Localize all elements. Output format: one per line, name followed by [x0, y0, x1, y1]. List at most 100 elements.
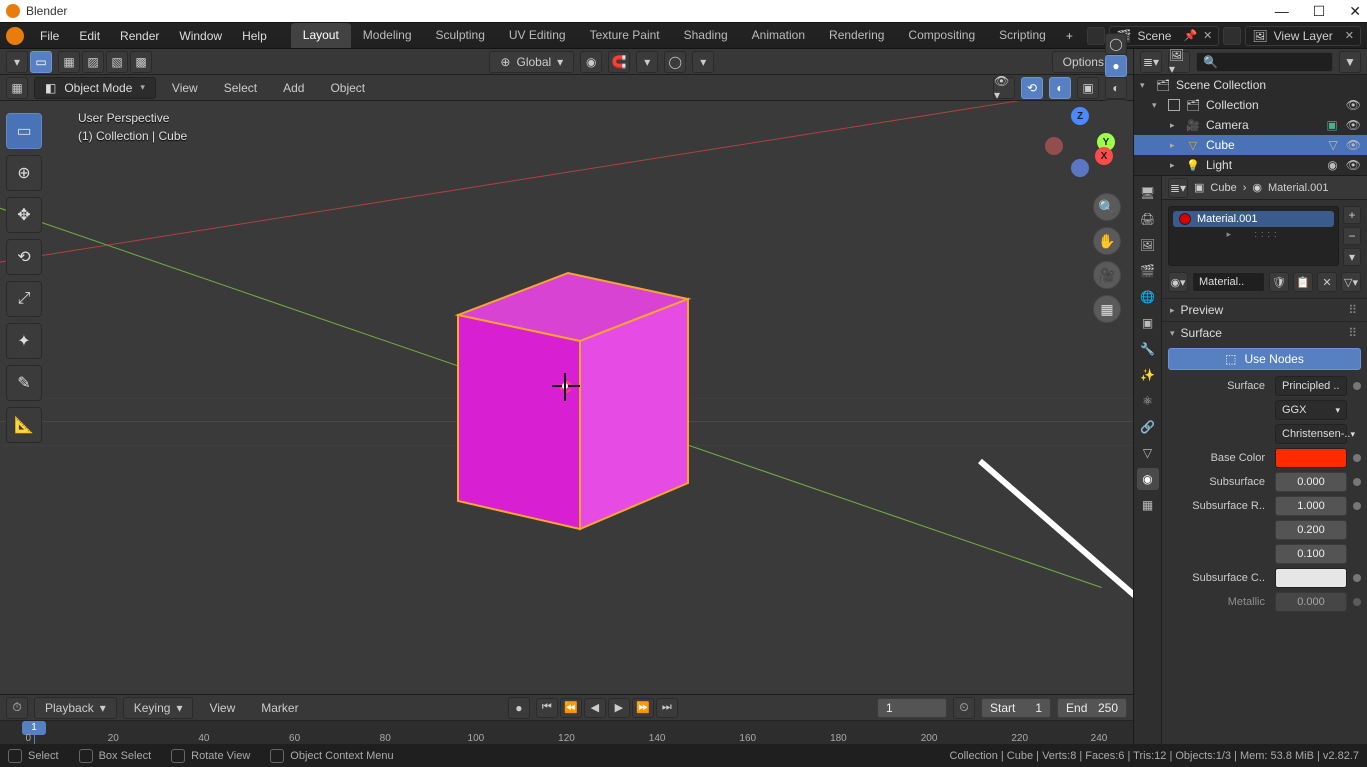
remove-slot-button[interactable]: − [1343, 227, 1361, 245]
tab-world[interactable]: 🌐 [1137, 286, 1159, 308]
tab-render[interactable]: 🖥 [1137, 182, 1159, 204]
material-slot-item[interactable]: Material.001 [1173, 211, 1334, 227]
tab-modeling[interactable]: Modeling [351, 23, 424, 48]
pin-scene-icon[interactable]: 📌 [1183, 29, 1197, 42]
proportional-options[interactable]: ▾ [692, 51, 714, 73]
camera-button[interactable]: 🎥 [1093, 261, 1121, 289]
visibility-menu[interactable]: 👁▾ [993, 77, 1015, 99]
viewlayer-field[interactable]: 🖼 View Layer ✕ [1245, 26, 1361, 46]
snap-toggle[interactable]: 🧲 [608, 51, 630, 73]
tool-measure[interactable]: 📐 [6, 407, 42, 443]
tab-texture[interactable]: ▦ [1137, 494, 1159, 516]
checkbox-icon[interactable] [1168, 99, 1180, 111]
tool-select-box[interactable]: ▭ [6, 113, 42, 149]
breadcrumb-object[interactable]: Cube [1210, 182, 1236, 194]
axis-z-icon[interactable]: Z [1071, 107, 1089, 125]
tab-uv-editing[interactable]: UV Editing [497, 23, 578, 48]
current-frame-field[interactable]: 1 [877, 698, 947, 718]
viewport-3d[interactable]: User Perspective (1) Collection | Cube ▭… [0, 101, 1133, 694]
socket-icon[interactable] [1353, 502, 1361, 510]
ortho-button[interactable]: ▦ [1093, 295, 1121, 323]
vp-menu-add[interactable]: Add [273, 78, 314, 98]
slot-menu-button[interactable]: ▾ [1343, 248, 1361, 266]
tool-select-active-icon[interactable]: ▭ [30, 51, 52, 73]
shading-wire[interactable]: ◯ [1105, 33, 1127, 55]
menu-file[interactable]: File [30, 25, 69, 47]
outliner-item-cube[interactable]: ▸▽ Cube ▽👁 [1134, 135, 1367, 155]
editor-type-icon[interactable]: ▦ [6, 77, 28, 99]
material-presets-button[interactable]: ▽▾ [1341, 272, 1361, 292]
eye-icon[interactable]: 👁 [1346, 158, 1361, 172]
playhead[interactable]: 1 [34, 721, 35, 744]
axis-gizmo[interactable]: Z Y X [1045, 107, 1115, 177]
selmode-4[interactable]: ▩ [130, 51, 152, 73]
timeline-track[interactable]: 1 0 20 40 60 80 100 120 140 160 180 200 … [0, 721, 1133, 744]
pivot-button[interactable]: ◉ [580, 51, 602, 73]
tool-move[interactable]: ✥ [6, 197, 42, 233]
tab-scene[interactable]: 🎬 [1137, 260, 1159, 282]
scene-browse-button[interactable] [1087, 27, 1105, 45]
menu-edit[interactable]: Edit [69, 25, 110, 47]
shading-lookdev[interactable]: ◐ [1105, 77, 1127, 99]
tab-layout[interactable]: Layout [291, 23, 351, 48]
material-copy-button[interactable]: 📋 [1293, 272, 1313, 292]
menu-render[interactable]: Render [110, 25, 169, 47]
viewlayer-browse-button[interactable] [1223, 27, 1241, 45]
play-button[interactable]: ▶ [608, 698, 630, 718]
snap-options[interactable]: ▾ [636, 51, 658, 73]
sss-radius-y[interactable]: 0.200 [1275, 520, 1347, 540]
outliner-display-mode[interactable]: 🖼▾ [1168, 51, 1190, 73]
menu-window[interactable]: Window [169, 25, 232, 47]
breadcrumb-material[interactable]: Material.001 [1268, 182, 1329, 194]
end-frame-field[interactable]: End250 [1057, 698, 1127, 718]
proportional-toggle[interactable]: ◯ [664, 51, 686, 73]
material-name-field[interactable]: Material.. [1192, 272, 1265, 292]
tool-rotate[interactable]: ⟲ [6, 239, 42, 275]
distribution-dropdown[interactable]: GGX▾ [1275, 400, 1347, 420]
close-viewlayer-icon[interactable]: ✕ [1345, 29, 1354, 42]
metallic-field[interactable]: 0.000 [1275, 592, 1347, 612]
subsurface-field[interactable]: 0.000 [1275, 472, 1347, 492]
timeline-marker[interactable]: Marker [251, 698, 308, 718]
tab-physics[interactable]: ⚛ [1137, 390, 1159, 412]
tab-sculpting[interactable]: Sculpting [424, 23, 497, 48]
tab-scripting[interactable]: Scripting [987, 23, 1058, 48]
sss-method-dropdown[interactable]: Christensen-..▾ [1275, 424, 1347, 444]
zoom-button[interactable]: 🔍 [1093, 193, 1121, 221]
shading-solid[interactable]: ● [1105, 55, 1127, 77]
tool-transform[interactable]: ✦ [6, 323, 42, 359]
render-icon[interactable]: ▣ [1326, 118, 1337, 132]
sss-radius-z[interactable]: 0.100 [1275, 544, 1347, 564]
selmode-1[interactable]: ▦ [58, 51, 80, 73]
base-color-field[interactable] [1275, 448, 1347, 468]
transform-orientation[interactable]: ⊕ Global ▾ [489, 51, 574, 73]
jump-start-button[interactable]: ⏮ [536, 698, 558, 718]
selmode-3[interactable]: ▧ [106, 51, 128, 73]
outliner-collection[interactable]: ▾ 🗂 Collection 👁 [1134, 95, 1367, 115]
outliner-filter[interactable]: ▼ [1339, 51, 1361, 73]
eye-icon[interactable]: 👁 [1346, 138, 1361, 152]
material-browse-button[interactable]: ◉▾ [1168, 272, 1188, 292]
play-rev-button[interactable]: ◀ [584, 698, 606, 718]
props-editor-icon[interactable]: ≣▾ [1168, 178, 1188, 198]
xray-toggle[interactable]: ▣ [1077, 77, 1099, 99]
outliner-editor-icon[interactable]: ≣▾ [1140, 51, 1162, 73]
timeline-view[interactable]: View [199, 698, 245, 718]
tab-texture-paint[interactable]: Texture Paint [578, 23, 672, 48]
start-frame-field[interactable]: Start1 [981, 698, 1051, 718]
socket-icon[interactable] [1353, 574, 1361, 582]
tab-animation[interactable]: Animation [740, 23, 817, 48]
socket-icon[interactable] [1353, 382, 1361, 390]
eye-icon[interactable]: 👁 [1346, 118, 1361, 132]
tab-output[interactable]: 🖨 [1137, 208, 1159, 230]
overlay-toggle[interactable]: ◐ [1049, 77, 1071, 99]
tab-compositing[interactable]: Compositing [896, 23, 987, 48]
tab-viewlayer[interactable]: 🖼 [1137, 234, 1159, 256]
autokey-toggle[interactable]: ● [508, 697, 530, 719]
outliner-item-light[interactable]: ▸💡 Light ◉👁 [1134, 155, 1367, 175]
close-scene-icon[interactable]: ✕ [1203, 29, 1212, 42]
vp-menu-object[interactable]: Object [320, 78, 375, 98]
data-icon[interactable]: ▽ [1329, 138, 1338, 152]
outliner-scene-collection[interactable]: ▾🗂 Scene Collection [1134, 75, 1367, 95]
framerange-lock[interactable]: ⏲ [953, 697, 975, 719]
